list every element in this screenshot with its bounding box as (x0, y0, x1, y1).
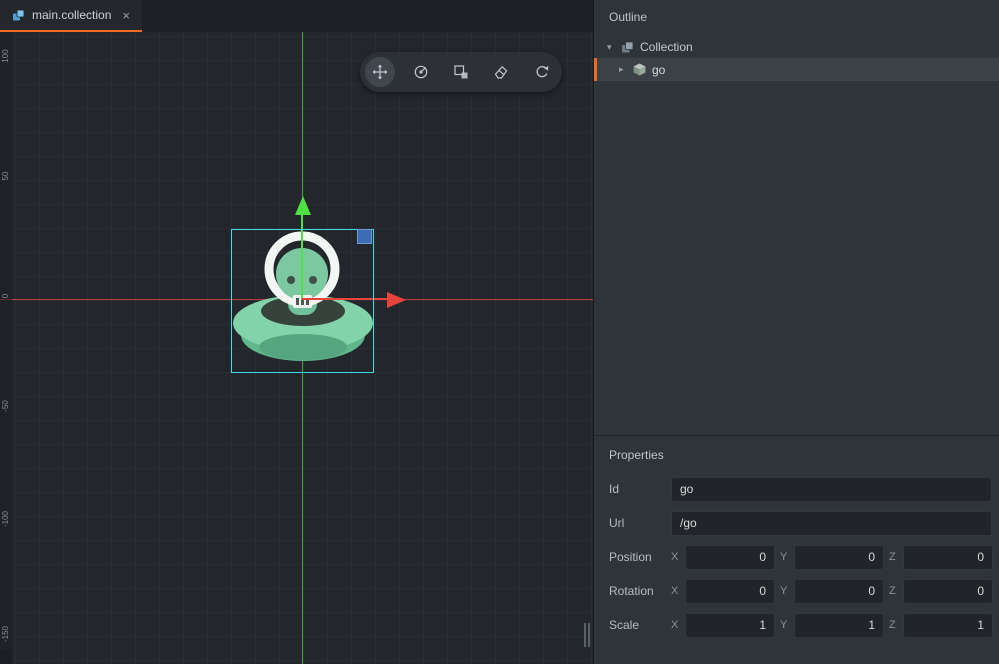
outline-item-label: Collection (640, 40, 693, 54)
outline-item-go[interactable]: ▸ go (594, 58, 999, 81)
property-label: Url (609, 516, 625, 530)
move-gizmo-x-arrow[interactable] (386, 291, 406, 309)
vertical-ruler: 100 50 0 -50 -100 -150 (0, 32, 12, 664)
axis-label-y: Y (780, 585, 788, 597)
property-label: Id (609, 482, 620, 496)
move-gizmo-y-arrow[interactable] (294, 196, 312, 216)
outline-title: Outline (609, 10, 648, 24)
outline-panel: Outline ▾ Collection ▸ go (594, 0, 999, 435)
property-label: Position (609, 550, 652, 564)
property-row-id: Id (594, 472, 999, 506)
property-row-rotation: Rotation X Y Z (594, 574, 999, 608)
scale-y-field[interactable] (794, 612, 884, 638)
axis-label-z: Z (889, 585, 896, 597)
axis-label-x: X (671, 551, 679, 563)
scale-z-field[interactable] (903, 612, 993, 638)
scene-editor-pane: main.collection × 100 50 0 -50 -100 -150 (0, 0, 593, 664)
id-field[interactable] (671, 476, 992, 502)
eraser-tool-button[interactable] (486, 57, 516, 87)
ruler-tick: -50 (1, 400, 10, 412)
caret-right-icon[interactable]: ▸ (619, 64, 633, 75)
axis-label-x: X (671, 585, 679, 597)
defold-editor-window: main.collection × 100 50 0 -50 -100 -150… (0, 0, 999, 664)
rotate-tool-button[interactable] (406, 57, 436, 87)
tab-main-collection[interactable]: main.collection × (0, 0, 142, 32)
move-tool-button[interactable] (365, 57, 396, 87)
axis-label-z: Z (889, 619, 896, 631)
ruler-corner-box (0, 650, 12, 664)
rotate-icon (414, 65, 427, 79)
axis-label-x: X (671, 619, 679, 631)
position-y-field[interactable] (794, 544, 884, 570)
property-row-url: Url (594, 506, 999, 540)
rotation-x-field[interactable] (685, 578, 775, 604)
scene-viewport[interactable]: 100 50 0 -50 -100 -150 (0, 32, 593, 664)
outline-item-collection[interactable]: ▾ Collection (594, 36, 999, 58)
eraser-icon (495, 66, 508, 79)
selection-bounding-box (231, 229, 374, 373)
ruler-tick: -150 (1, 626, 10, 643)
scale-x-field[interactable] (685, 612, 775, 638)
move-icon (372, 64, 388, 80)
url-field[interactable] (671, 510, 992, 536)
scene-toolbar (360, 52, 562, 92)
panel-splitter-grip[interactable] (584, 623, 590, 647)
ruler-tick: -100 (1, 511, 10, 528)
properties-title: Properties (609, 448, 664, 462)
axis-label-y: Y (780, 551, 788, 563)
rotation-z-field[interactable] (903, 578, 993, 604)
collection-file-icon (13, 9, 25, 20)
refresh-tool-button[interactable] (527, 57, 557, 87)
ruler-tick: 100 (1, 49, 10, 63)
position-z-field[interactable] (903, 544, 993, 570)
game-object-cube-icon (633, 63, 646, 76)
right-panel: Outline ▾ Collection ▸ go Properties Id … (593, 0, 999, 664)
axis-label-y: Y (780, 619, 788, 631)
ruler-tick: 50 (1, 171, 10, 181)
property-row-position: Position X Y Z (594, 540, 999, 574)
axis-label-z: Z (889, 551, 896, 563)
scale-icon (454, 65, 468, 79)
property-row-scale: Scale X Y Z (594, 608, 999, 642)
refresh-icon (536, 66, 548, 78)
tab-label: main.collection (32, 8, 112, 22)
outline-item-label: go (652, 62, 666, 77)
rotation-y-field[interactable] (794, 578, 884, 604)
properties-panel: Properties Id Url Position X Y Z Rotatio… (594, 435, 999, 664)
scale-tool-button[interactable] (446, 57, 476, 87)
collection-icon (622, 41, 634, 52)
selection-corner-handle[interactable] (357, 229, 372, 244)
outline-tree: ▾ Collection ▸ go (594, 36, 999, 81)
position-x-field[interactable] (685, 544, 775, 570)
tab-close-icon[interactable]: × (122, 8, 130, 23)
caret-down-icon[interactable]: ▾ (607, 42, 621, 53)
property-label: Rotation (609, 584, 654, 598)
ruler-tick: 0 (1, 293, 10, 299)
editor-tab-bar: main.collection × (0, 0, 593, 32)
property-label: Scale (609, 618, 640, 632)
